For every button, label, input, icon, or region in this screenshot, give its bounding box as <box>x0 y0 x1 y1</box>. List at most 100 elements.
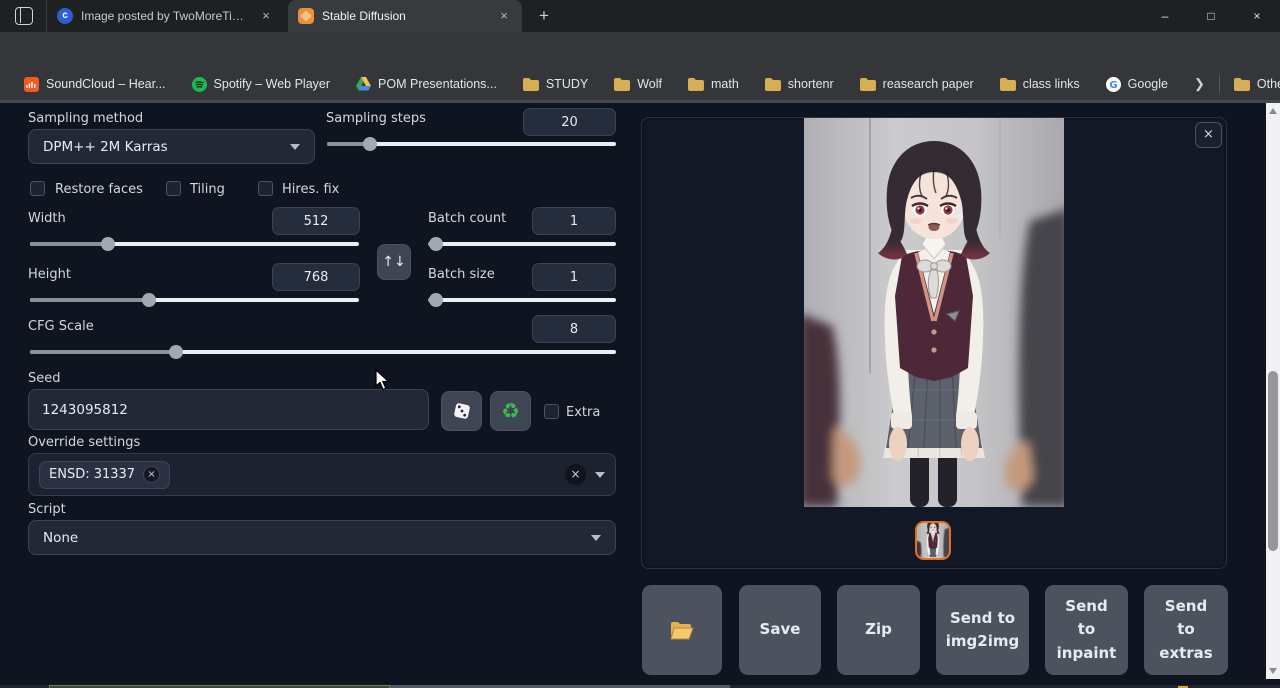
scrollbar-thumb[interactable] <box>1268 371 1278 551</box>
slider-thumb[interactable] <box>142 293 156 307</box>
tab2-close-icon[interactable]: × <box>496 8 512 24</box>
cfg-scale-input[interactable] <box>532 315 616 343</box>
window-close-button[interactable]: × <box>1234 0 1280 32</box>
cfg-scale-slider[interactable] <box>30 345 616 359</box>
tab-image-posted[interactable]: c Image posted by TwoMoreTimes × <box>46 0 284 32</box>
bookmark-pom[interactable]: POM Presentations... <box>356 77 497 91</box>
override-settings-label: Override settings <box>28 435 140 450</box>
hires-fix-checkbox[interactable] <box>258 181 273 196</box>
folder-icon <box>614 78 630 91</box>
override-settings-field[interactable]: ENSD: 31337 × × <box>28 453 616 496</box>
mouse-cursor <box>375 369 391 391</box>
tab-stable-diffusion[interactable]: Stable Diffusion × <box>288 0 522 32</box>
bookmark-folder-classlinks[interactable]: class links <box>1000 77 1080 91</box>
folder-icon <box>1234 78 1250 91</box>
bookmark-label: SoundCloud – Hear... <box>46 77 166 91</box>
bookmark-folder-shortenr[interactable]: shortenr <box>765 77 834 91</box>
swap-dimensions-button[interactable]: ↑↓ <box>377 244 411 280</box>
send-to-extras-button[interactable]: Send to extras <box>1144 585 1228 675</box>
width-slider[interactable] <box>30 237 359 251</box>
generated-image[interactable] <box>804 118 1064 507</box>
stable-diffusion-page: Sampling method DPM++ 2M Karras Sampling… <box>0 100 1280 688</box>
google-icon: G <box>1106 77 1121 92</box>
height-slider[interactable] <box>30 293 359 307</box>
reuse-seed-button[interactable]: ♻ <box>490 391 531 431</box>
svg-text:G: G <box>1109 80 1117 91</box>
divider <box>1219 75 1220 93</box>
bookmark-label: class links <box>1023 77 1080 91</box>
drive-icon <box>356 77 371 91</box>
bookmark-folder-math[interactable]: math <box>688 77 739 91</box>
bookmarks-overflow-icon[interactable]: ❯ <box>1194 76 1205 92</box>
save-button[interactable]: Save <box>739 585 821 675</box>
slider-thumb[interactable] <box>101 237 115 251</box>
bookmark-soundcloud[interactable]: SoundCloud – Hear... <box>24 77 166 92</box>
gallery-thumbnail-selected[interactable] <box>915 521 951 560</box>
sampling-steps-label: Sampling steps <box>326 111 426 126</box>
extra-seed-label: Extra <box>566 405 600 420</box>
sampling-method-dropdown[interactable]: DPM++ 2M Karras <box>28 129 315 164</box>
clear-all-icon[interactable]: × <box>565 464 586 485</box>
open-folder-button[interactable] <box>642 585 722 675</box>
folder-icon <box>1000 78 1016 91</box>
slider-thumb[interactable] <box>363 137 377 151</box>
page-scrollbar[interactable] <box>1266 103 1280 679</box>
send-to-inpaint-button[interactable]: Send to inpaint <box>1045 585 1128 675</box>
batch-count-input[interactable] <box>532 207 616 235</box>
slider-thumb[interactable] <box>429 237 443 251</box>
bookmark-other-favorites[interactable]: Other favorites <box>1234 77 1280 91</box>
restore-faces-label: Restore faces <box>55 182 143 197</box>
window-minimize-button[interactable]: – <box>1142 0 1188 32</box>
new-tab-button[interactable]: + <box>533 5 555 27</box>
batch-size-slider[interactable] <box>428 293 616 307</box>
batch-size-label: Batch size <box>428 267 495 282</box>
tab-panes-icon[interactable] <box>15 7 33 25</box>
folder-icon <box>765 78 781 91</box>
width-input[interactable] <box>272 207 360 235</box>
seed-input[interactable] <box>28 389 429 430</box>
browser-toolbar: ← i 127.0.0.1:7860 A” ☆ O » ▯ IA AD S ◉ <box>0 32 1280 68</box>
tiling-checkbox[interactable] <box>166 181 181 196</box>
restore-faces-checkbox[interactable] <box>30 181 45 196</box>
folder-icon <box>688 78 704 91</box>
swap-arrows-icon: ↑↓ <box>382 254 405 270</box>
chip-remove-icon[interactable]: × <box>143 466 160 483</box>
tiling-label: Tiling <box>190 182 225 197</box>
sampling-method-label: Sampling method <box>28 111 143 126</box>
tab2-favicon <box>298 8 314 24</box>
chevron-down-icon[interactable] <box>595 472 605 478</box>
override-chip-text: ENSD: 31337 <box>49 467 135 482</box>
send-to-img2img-button[interactable]: Send to img2img <box>936 585 1029 675</box>
sampling-method-value: DPM++ 2M Karras <box>43 139 168 155</box>
random-seed-button[interactable] <box>441 391 482 431</box>
zip-button[interactable]: Zip <box>837 585 920 675</box>
bookmark-folder-wolf[interactable]: Wolf <box>614 77 662 91</box>
script-dropdown[interactable]: None <box>28 520 616 555</box>
tab1-title: Image posted by TwoMoreTimes <box>81 9 250 23</box>
bookmark-google[interactable]: G Google <box>1106 77 1168 92</box>
slider-thumb[interactable] <box>169 345 183 359</box>
sampling-steps-slider[interactable] <box>327 137 616 151</box>
bookmark-label: Google <box>1128 77 1168 91</box>
soundcloud-icon <box>24 77 39 92</box>
bookmark-label: POM Presentations... <box>378 77 497 91</box>
tab2-title: Stable Diffusion <box>322 9 488 23</box>
script-label: Script <box>28 502 66 517</box>
gallery-close-button[interactable]: × <box>1195 122 1222 148</box>
batch-size-input[interactable] <box>532 263 616 291</box>
scrollbar-up-icon[interactable] <box>1269 108 1277 114</box>
slider-thumb[interactable] <box>429 293 443 307</box>
height-input[interactable] <box>272 263 360 291</box>
window-maximize-button[interactable]: □ <box>1188 0 1234 32</box>
tab1-close-icon[interactable]: × <box>258 8 274 24</box>
extra-seed-checkbox[interactable] <box>544 404 559 419</box>
bookmark-folder-research[interactable]: reasearch paper <box>860 77 974 91</box>
bookmark-spotify[interactable]: Spotify – Web Player <box>192 77 331 92</box>
bookmark-folder-study[interactable]: STUDY <box>523 77 588 91</box>
bookmark-label: math <box>711 77 739 91</box>
sampling-steps-input[interactable] <box>523 108 616 136</box>
batch-count-slider[interactable] <box>428 237 616 251</box>
scrollbar-down-icon[interactable] <box>1269 668 1277 674</box>
override-chip[interactable]: ENSD: 31337 × <box>39 461 170 489</box>
spotify-icon <box>192 77 207 92</box>
